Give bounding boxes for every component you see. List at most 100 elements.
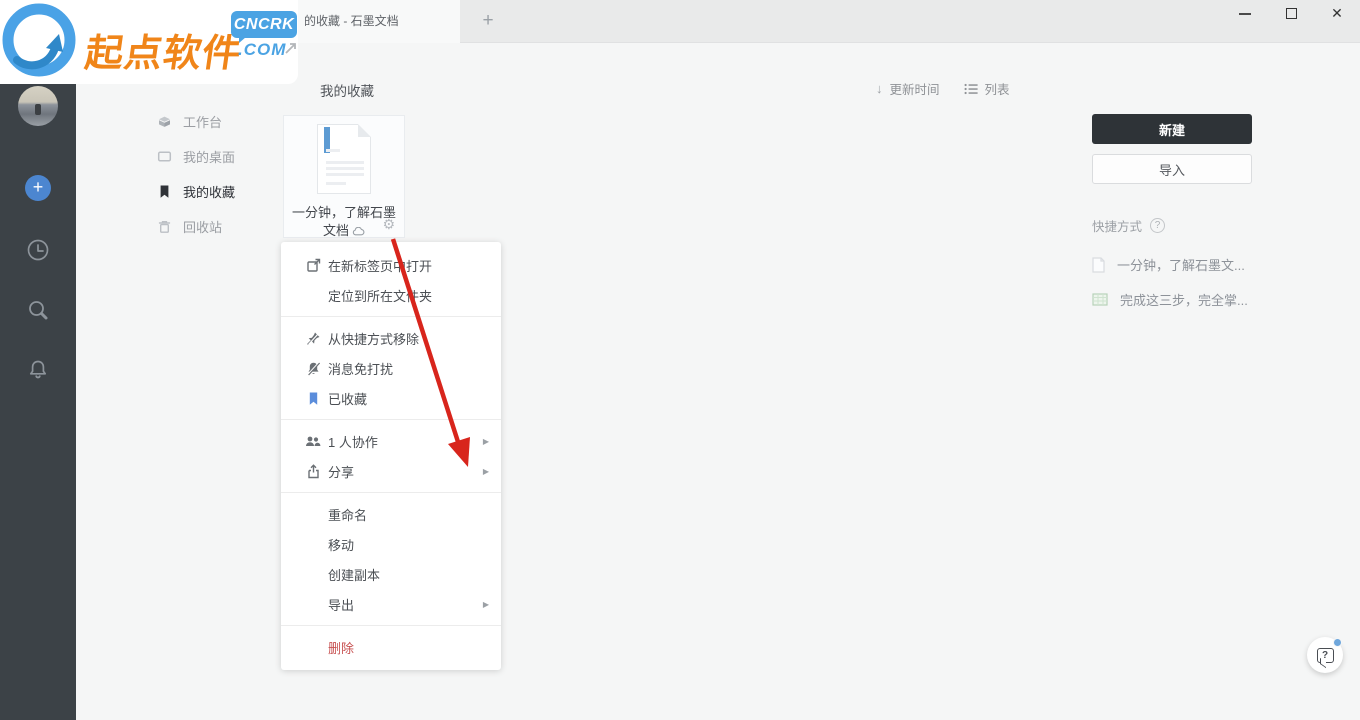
page-title: 我的收藏 [320,84,374,99]
menu-item-open-new-tab[interactable]: 在新标签页中打开 [281,250,501,280]
sidebar-item-favorites[interactable]: 我的收藏 [157,180,235,202]
menu-item-delete[interactable]: 删除 [281,632,501,662]
shortcuts-label: 快捷方式 [1092,220,1143,234]
shimo-docs-window: 的收藏 - 石墨文档 + ✕ + 工作台 我的桌面 我的收藏 回收站 起点软件 … [0,0,1360,720]
thumb-text-line [326,173,364,176]
menu-item-duplicate[interactable]: 创建副本 [281,559,501,589]
document-context-menu: 在新标签页中打开 定位到所在文件夹 从快捷方式移除 消息免打扰 已收藏 1 人协… [281,242,501,670]
workspace-icon [159,116,170,127]
thumb-text-line [326,182,346,185]
menu-item-label: 在新标签页中打开 [328,258,433,274]
menu-item-label: 创建副本 [328,567,381,583]
menu-item-mute-notifications[interactable]: 消息免打扰 [281,353,501,383]
new-tab-button[interactable]: + [471,0,505,43]
shortcut-item-title: 一分钟，了解石墨文... [1117,258,1245,273]
maximize-button[interactable] [1268,0,1314,27]
menu-divider [281,316,501,317]
sort-by-updated-control[interactable]: ↓ 更新时间 [876,79,940,98]
help-bubble-icon: ? [1316,647,1334,663]
open-in-new-tab-icon [305,257,321,273]
menu-item-locate-folder[interactable]: 定位到所在文件夹 [281,280,501,310]
bookmark-filled-icon [305,390,321,406]
close-button[interactable]: ✕ [1314,0,1360,27]
menu-item-label: 从快捷方式移除 [328,331,420,347]
tab-title[interactable]: 的收藏 - 石墨文档 [304,0,399,43]
menu-item-rename[interactable]: 重命名 [281,499,501,529]
clock-icon [27,239,49,261]
brand-badge: CNCRK [231,11,297,43]
avatar-photo [35,104,41,115]
doc-file-icon [1092,256,1105,273]
new-document-button[interactable]: 新建 [1092,114,1252,144]
submenu-arrow-icon: ▶ [482,436,489,446]
submenu-arrow-icon: ▶ [482,466,489,476]
menu-item-move[interactable]: 移动 [281,529,501,559]
notifications-button[interactable] [25,357,51,383]
sort-descending-icon: ↓ [876,81,883,96]
notification-dot-badge [1333,638,1342,647]
cloud-synced-icon [352,227,365,236]
menu-divider [281,492,501,493]
document-card[interactable]: 一分钟，了解石墨文档 ⚙ [283,115,405,238]
sidebar-item-trash[interactable]: 回收站 [157,215,222,237]
menu-item-collaborators[interactable]: 1 人协作 ▶ [281,426,501,456]
shortcut-item-sheet[interactable]: 完成这三步，完全掌... [1092,290,1248,309]
view-mode-control[interactable]: 列表 [964,79,1010,98]
search-button[interactable] [25,297,51,323]
menu-item-label: 移动 [328,537,355,553]
help-glyph: ? [1321,649,1329,661]
menu-divider [281,625,501,626]
menu-item-remove-shortcut[interactable]: 从快捷方式移除 [281,323,501,353]
minimize-button[interactable] [1222,0,1268,27]
menu-item-label: 导出 [328,597,355,613]
card-options-gear-icon[interactable]: ⚙ [382,216,395,233]
sidebar-item-label: 我的收藏 [183,184,236,200]
brand-domain: .COM [238,40,287,59]
list-toolbar: ↓ 更新时间 列表 [876,79,1010,98]
collaborators-icon [305,433,321,449]
menu-item-label: 删除 [328,640,355,656]
cncrk-watermark-logo: 起点软件 CNCRK .COM [0,0,298,84]
sidebar-item-label: 我的桌面 [183,149,236,165]
menu-item-label: 消息免打扰 [328,361,394,377]
left-rail: + [0,0,76,720]
menu-item-export[interactable]: 导出 ▶ [281,589,501,619]
brand-text: 起点软件 [82,33,245,75]
window-controls: ✕ [1222,0,1360,27]
minimize-icon [1239,12,1251,15]
bell-icon [29,360,47,379]
menu-item-label: 重命名 [328,507,368,523]
search-icon [29,301,48,320]
maximize-icon [1285,8,1297,19]
menu-item-favorited[interactable]: 已收藏 [281,383,501,413]
shortcuts-section-title: 快捷方式 ? [1092,216,1166,235]
menu-item-label: 分享 [328,464,355,480]
menu-divider [281,419,501,420]
shortcuts-help-icon[interactable]: ? [1150,218,1166,233]
menu-item-share[interactable]: 分享 ▶ [281,456,501,486]
sidebar-item-label: 工作台 [183,114,223,130]
document-title-text: 一分钟，了解石墨文档 [291,205,396,238]
swirl-arrow-logo-icon [2,3,76,77]
thumb-text-line [326,167,364,170]
list-view-icon [964,83,978,94]
external-arrow-icon [285,43,296,54]
thumb-text-line [326,161,364,164]
annotation-arrow [390,238,470,467]
view-mode-label: 列表 [984,83,1010,97]
page-fold-corner [358,124,371,137]
recent-button[interactable] [25,237,51,263]
bookmark-icon [160,185,169,198]
user-avatar[interactable] [18,86,58,126]
unpin-icon [305,330,321,346]
sidebar-item-workspace[interactable]: 工作台 [157,110,222,132]
sort-label: 更新时间 [889,83,940,97]
create-new-button[interactable]: + [25,175,51,201]
menu-item-label: 1 人协作 [328,434,378,450]
shortcut-item-doc[interactable]: 一分钟，了解石墨文... [1092,255,1245,274]
import-button[interactable]: 导入 [1092,154,1252,184]
sidebar-item-desktop[interactable]: 我的桌面 [157,145,235,167]
submenu-arrow-icon: ▶ [482,599,489,609]
help-fab-button[interactable]: ? [1307,637,1343,673]
thumb-text-line [326,149,340,152]
